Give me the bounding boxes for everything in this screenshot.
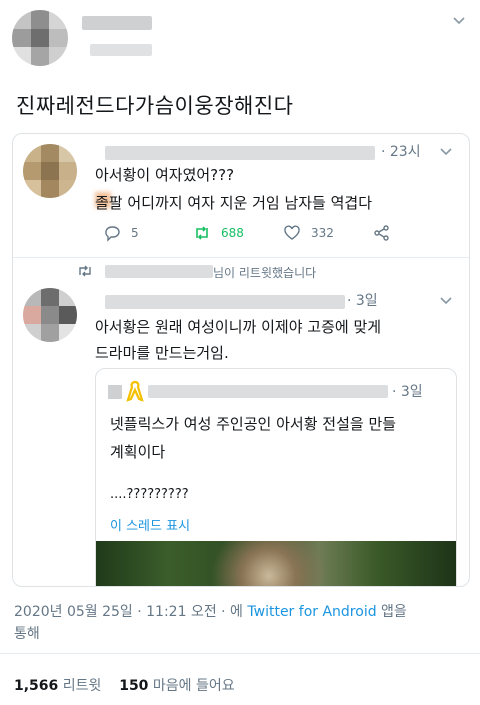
timestamp: 2020년 05월 25일 · 11:21 오전 · 에	[14, 604, 243, 620]
like-button[interactable]: 332	[283, 224, 334, 242]
tweet-meta: 2020년 05월 25일 · 11:21 오전 · 에 Twitter for…	[14, 601, 464, 645]
inner-avatar[interactable]	[108, 385, 122, 399]
reply-count: 5	[131, 226, 139, 240]
quoted-author-blurred[interactable]	[105, 146, 375, 160]
source-suffix: 앱을	[376, 604, 407, 620]
retweet-label: 리트윗	[58, 678, 102, 694]
reply-button[interactable]: 5	[103, 224, 139, 242]
retweet-icon	[79, 265, 91, 277]
divider	[0, 653, 480, 654]
tweet-stats: 1,566 리트윗 150 마음에 들어요	[14, 675, 235, 695]
show-thread-link[interactable]: 이 스레드 표시	[110, 515, 190, 534]
like-count: 332	[311, 226, 334, 240]
chevron-down-icon[interactable]	[439, 145, 453, 159]
reply-icon	[105, 226, 120, 242]
quoted-avatar[interactable]	[23, 144, 77, 198]
quoted-text-line1: 아서황이 여자였어???	[95, 166, 235, 184]
source-link[interactable]: Twitter for Android	[247, 604, 376, 620]
nested-time: · 3일	[347, 293, 378, 309]
avatar[interactable]	[12, 10, 68, 66]
yellow-ribbon-icon	[126, 380, 144, 402]
inner-author-blurred[interactable]	[148, 385, 388, 398]
retweet-stat[interactable]: 1,566 리트윗	[14, 678, 101, 694]
divider	[13, 257, 469, 258]
author-name-blurred[interactable]	[82, 16, 152, 30]
nested-author-blurred[interactable]	[105, 295, 345, 309]
author-handle-blurred	[90, 44, 152, 56]
share-icon	[374, 225, 389, 241]
inner-text-line1: 넷플릭스가 여성 주인공인 아서황 전설을 만들	[110, 415, 397, 433]
like-label: 마음에 들어요	[148, 678, 235, 694]
tweet-text: 진짜레전드다가슴이웅장해진다	[16, 94, 294, 118]
nested-text-line2: 드라마를 만드는거임.	[95, 344, 229, 362]
nested-text-line1: 아서황은 원래 여성이니까 이제야 고증에 맞게	[95, 318, 382, 336]
inner-text-line3: ....?????????	[110, 487, 189, 502]
nested-avatar[interactable]	[23, 288, 77, 342]
like-stat[interactable]: 150 마음에 들어요	[119, 678, 234, 694]
share-button[interactable]	[373, 224, 391, 242]
inner-text-line2: 계획이다	[110, 443, 166, 461]
inner-quote-card[interactable]: · 3일 넷플릭스가 여성 주인공인 아서황 전설을 만들 계획이다 ....?…	[95, 368, 457, 586]
retweet-count: 688	[221, 226, 244, 240]
action-bar: 5 688 332	[13, 224, 469, 246]
inner-time: · 3일	[392, 384, 423, 400]
quoted-time: · 23시	[381, 144, 421, 160]
quote-card[interactable]: · 23시 아서황이 여자였어??? 졸팔 어디까지 여자 지운 거임 남자들 …	[12, 133, 470, 587]
retweet-notice-text: 님이 리트윗했습니다	[213, 266, 317, 280]
tweet-image[interactable]	[96, 541, 456, 586]
retweeter-name-blurred[interactable]	[105, 265, 213, 278]
retweet-button[interactable]: 688	[193, 224, 244, 242]
heart-icon	[284, 225, 300, 240]
quoted-text-line2: 졸팔 어디까지 여자 지운 거임 남자들 역겹다	[95, 194, 373, 212]
chevron-down-icon[interactable]	[439, 294, 453, 308]
source-suffix-line2: 통해	[14, 626, 40, 642]
retweet-icon	[196, 226, 208, 240]
retweet-total: 1,566	[14, 678, 59, 694]
chevron-down-icon[interactable]	[452, 14, 466, 28]
retweet-notice: 님이 리트윗했습니다	[13, 262, 469, 282]
like-total: 150	[119, 678, 149, 694]
